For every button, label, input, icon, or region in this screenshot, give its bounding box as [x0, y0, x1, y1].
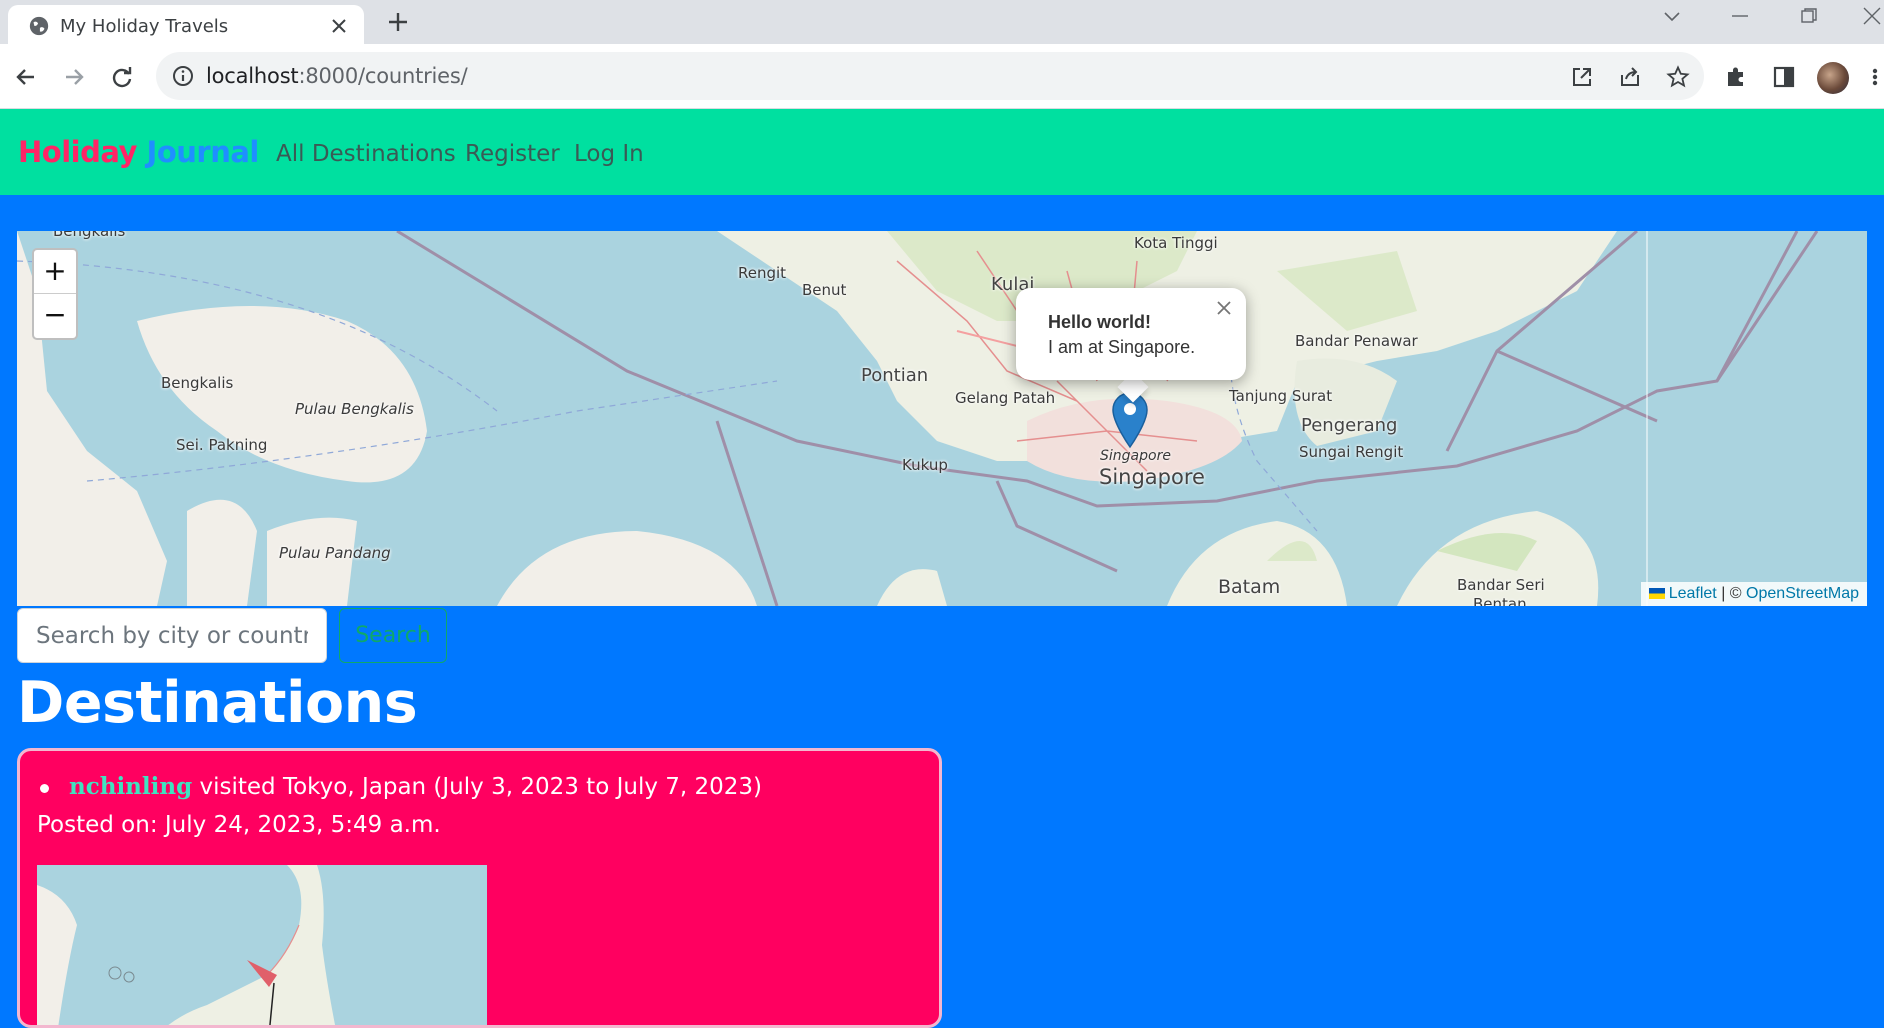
nav-register[interactable]: Register	[465, 141, 560, 167]
leaflet-link[interactable]: Leaflet	[1669, 585, 1717, 602]
site-navbar: Holiday Journal All Destinations Registe…	[0, 109, 1884, 195]
nav-log-in[interactable]: Log In	[574, 141, 644, 167]
map-label-rengit: Rengit	[738, 264, 787, 282]
map-label-bentan: Bentan	[1473, 595, 1527, 606]
destinations-heading: Destinations	[17, 670, 418, 736]
tab-search-icon[interactable]	[1660, 6, 1684, 26]
destination-map-thumbnail[interactable]	[37, 865, 487, 1025]
minimize-icon[interactable]	[1728, 6, 1752, 26]
zoom-in-button[interactable]: +	[34, 250, 76, 294]
nav-all-destinations[interactable]: All Destinations	[276, 141, 456, 167]
site-info-icon[interactable]	[172, 65, 194, 87]
map-popup: Hello world! I am at Singapore.	[1016, 288, 1246, 380]
brand-logo[interactable]: Holiday Journal	[18, 135, 259, 169]
globe-icon	[29, 16, 49, 36]
map-label-bengkalis: Bengkalis	[161, 374, 234, 392]
browser-tab-strip: My Holiday Travels	[0, 0, 1884, 44]
map-label-pontian: Pontian	[861, 365, 929, 386]
username-link[interactable]: nchinling	[69, 773, 192, 800]
profile-avatar[interactable]	[1817, 62, 1849, 94]
map-label-bandar-penawar: Bandar Penawar	[1295, 332, 1418, 350]
bookmark-star-icon[interactable]	[1666, 65, 1690, 89]
new-tab-icon[interactable]	[386, 10, 410, 34]
more-menu-icon[interactable]	[1868, 63, 1882, 91]
side-panel-icon[interactable]	[1770, 63, 1798, 91]
openstreetmap-link[interactable]: OpenStreetMap	[1746, 585, 1859, 602]
leaflet-map[interactable]: Bengkalis Bengkalis Pulau Bengkalis Sei.…	[17, 231, 1867, 606]
map-label-gelang-patah: Gelang Patah	[955, 389, 1056, 407]
search-input[interactable]	[17, 608, 327, 663]
brand-holiday: Holiday	[18, 135, 137, 169]
tab-title: My Holiday Travels	[60, 16, 229, 37]
map-label-pengerang: Pengerang	[1301, 415, 1398, 436]
restore-icon[interactable]	[1796, 6, 1820, 26]
browser-tab[interactable]: My Holiday Travels	[8, 5, 364, 44]
forward-arrow-icon[interactable]	[60, 63, 88, 91]
browser-toolbar: localhost:8000/countries/	[0, 44, 1884, 109]
map-label-pulau-bengkalis: Pulau Bengkalis	[295, 400, 414, 418]
map-attribution: Leaflet | © OpenStreetMap	[1640, 582, 1867, 606]
visit-description: visited Tokyo, Japan (July 3, 2023 to Ju…	[199, 774, 763, 800]
extensions-puzzle-icon[interactable]	[1722, 63, 1750, 91]
map-label-bandar-seri: Bandar Seri	[1457, 576, 1545, 594]
back-arrow-icon[interactable]	[12, 63, 40, 91]
ukraine-flag-icon	[1648, 588, 1665, 599]
map-label-singapore: Singapore	[1099, 465, 1205, 489]
reload-icon[interactable]	[108, 63, 136, 91]
map-label-kota-tinggi: Kota Tinggi	[1134, 234, 1218, 252]
share-icon[interactable]	[1618, 65, 1642, 89]
list-bullet	[40, 784, 49, 793]
close-tab-icon[interactable]	[330, 17, 348, 35]
map-label-sungai-rengit: Sungai Rengit	[1299, 443, 1404, 461]
address-url: localhost:8000/countries/	[206, 64, 468, 88]
attribution-separator: | ©	[1721, 585, 1742, 602]
map-label-benut: Benut	[802, 281, 847, 299]
popup-close-icon[interactable]	[1216, 300, 1232, 316]
address-bar[interactable]: localhost:8000/countries/	[156, 52, 1704, 100]
japan-map-image	[37, 865, 487, 1025]
open-in-window-icon[interactable]	[1570, 65, 1594, 89]
map-label-pulau-pandang: Pulau Pandang	[279, 544, 391, 562]
popup-text: I am at Singapore.	[1048, 337, 1196, 357]
close-window-icon[interactable]	[1860, 6, 1884, 26]
brand-journal: Journal	[146, 135, 260, 169]
map-label-bengkalis-top: Bengkalis	[53, 231, 126, 240]
map-label-sei-pakning: Sei. Pakning	[176, 436, 268, 454]
map-label-tanjung-surat: Tanjung Surat	[1229, 387, 1333, 405]
destination-card: nchinling visited Tokyo, Japan (July 3, …	[17, 748, 942, 1028]
posted-date: Posted on: July 24, 2023, 5:49 a.m.	[37, 812, 441, 838]
map-label-batam: Batam	[1218, 576, 1281, 598]
search-button[interactable]: Search	[339, 608, 447, 663]
popup-title: Hello world!	[1048, 312, 1151, 332]
map-label-singapore-small: Singapore	[1100, 448, 1171, 464]
zoom-out-button[interactable]: −	[34, 294, 76, 338]
destination-summary: nchinling visited Tokyo, Japan (July 3, …	[69, 773, 762, 800]
zoom-control: + −	[32, 248, 78, 340]
map-label-kukup: Kukup	[902, 456, 948, 474]
